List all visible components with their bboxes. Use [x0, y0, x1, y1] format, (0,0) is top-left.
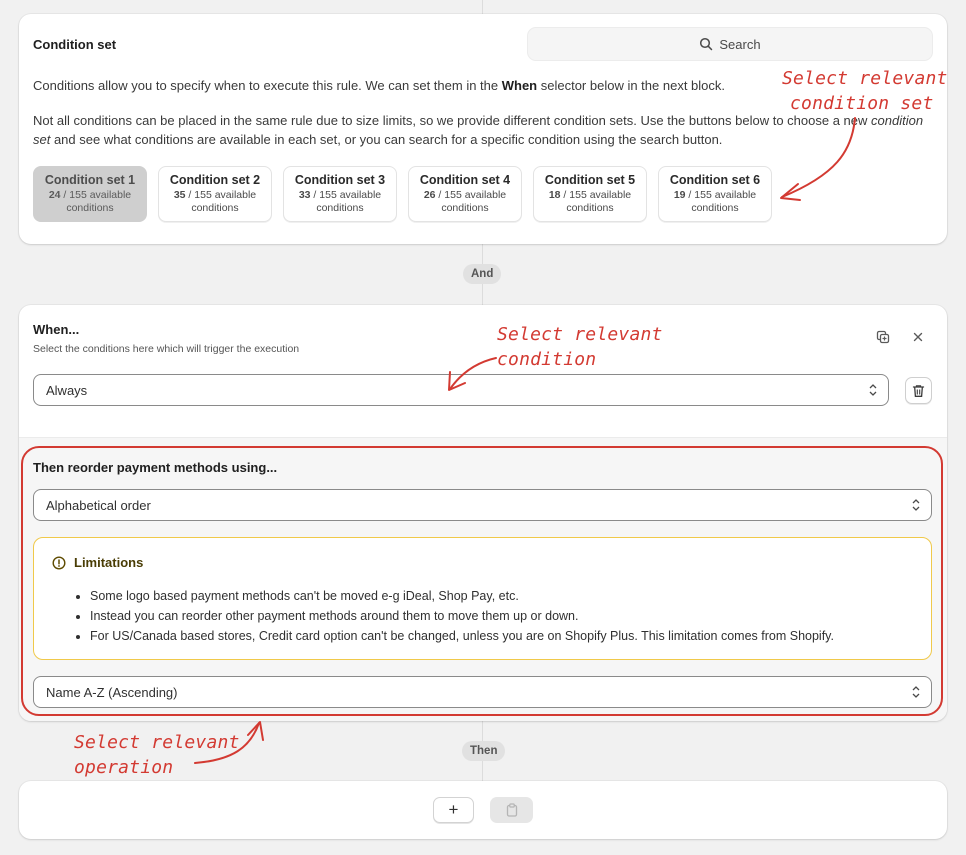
- when-subtitle: Select the conditions here which will tr…: [33, 343, 300, 355]
- condition-set-title: Condition set: [33, 37, 117, 52]
- condition-set-3-button[interactable]: Condition set 3 33 / 155 available condit…: [283, 166, 397, 222]
- condition-set-buttons: Condition set 1 24 / 155 available condit…: [33, 166, 772, 222]
- trash-icon: [912, 384, 925, 397]
- condition-set-2-button[interactable]: Condition set 2 35 / 155 available condit…: [158, 166, 272, 222]
- select-chevron-icon: [869, 384, 877, 396]
- add-action-card: +: [19, 781, 947, 839]
- condition-search-button[interactable]: Search: [527, 27, 933, 61]
- delete-condition-button[interactable]: [905, 377, 932, 404]
- annotation-condition: Select relevant condition: [497, 324, 663, 370]
- condition-set-4-button[interactable]: Condition set 4 26 / 155 available condit…: [408, 166, 522, 222]
- close-button[interactable]: [907, 326, 929, 348]
- condition-set-6-button[interactable]: Condition set 6 19 / 155 available condit…: [658, 166, 772, 222]
- arrowhead-operation: [247, 721, 264, 741]
- condition-set-1-button[interactable]: Condition set 1 24 / 155 available condit…: [33, 166, 147, 222]
- duplicate-icon: [876, 330, 890, 344]
- when-title: When...: [33, 322, 80, 337]
- duplicate-button[interactable]: [872, 326, 894, 348]
- close-icon: [913, 332, 923, 342]
- paste-button[interactable]: [490, 797, 533, 823]
- condition-set-description-2: Not all conditions can be placed in the …: [33, 113, 924, 147]
- when-condition-select[interactable]: Always: [33, 374, 889, 406]
- when-condition-value: Always: [46, 382, 88, 398]
- connector-line-top: [482, 0, 483, 14]
- search-label: Search: [719, 36, 761, 52]
- annotation-operation: Select relevant operation: [74, 732, 240, 778]
- add-button[interactable]: +: [433, 797, 474, 823]
- annotation-condition-set: Select relevant condition set: [782, 68, 948, 114]
- operation-highlight-box: [21, 446, 943, 716]
- condition-set-card: Condition set Search Conditions allow yo…: [19, 14, 947, 244]
- condition-set-5-button[interactable]: Condition set 5 18 / 155 available condit…: [533, 166, 647, 222]
- clipboard-icon: [506, 803, 517, 817]
- search-icon: [700, 37, 713, 51]
- and-connector-badge: And: [463, 264, 502, 284]
- then-connector-badge: Then: [462, 741, 506, 761]
